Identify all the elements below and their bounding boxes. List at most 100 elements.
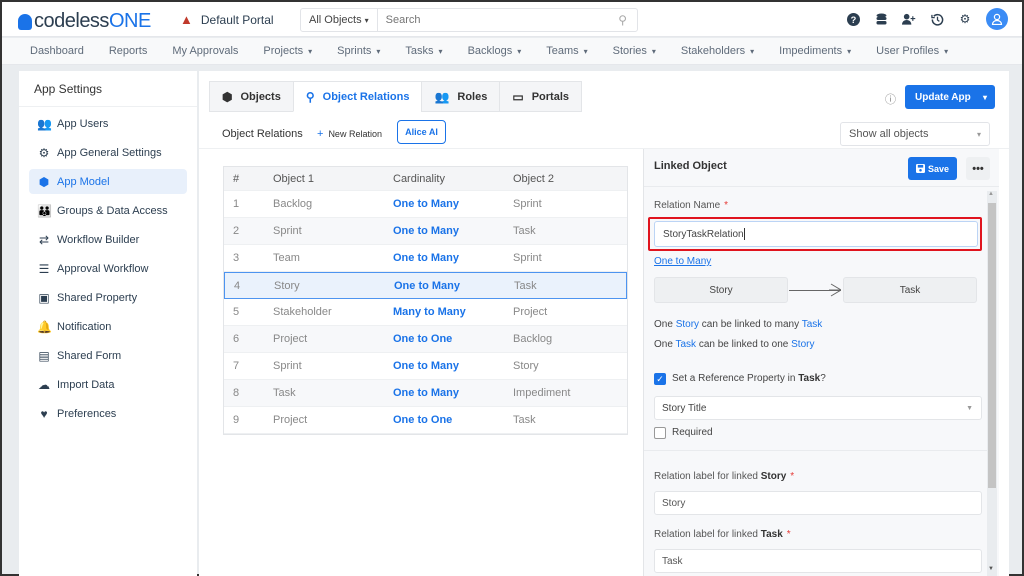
table-row[interactable]: 9 Project One to One Task <box>224 407 627 434</box>
sentence-text: One <box>654 319 676 330</box>
search-input[interactable] <box>377 14 619 26</box>
required-checkbox[interactable] <box>654 427 666 439</box>
label1-input[interactable]: Story <box>654 491 982 515</box>
scroll-down-icon[interactable]: ▼ <box>988 566 994 572</box>
portal-selector[interactable]: ▲ Default Portal <box>180 12 274 27</box>
table-row[interactable]: 4 Story One to Many Task <box>224 272 627 299</box>
info-icon[interactable]: ⓘ <box>885 91 896 107</box>
nav-item-reports[interactable]: Reports <box>109 45 148 57</box>
tab-label: Portals <box>531 90 569 103</box>
nav-item-stakeholders[interactable]: Stakeholders ▾ <box>681 45 754 57</box>
cardinality-link[interactable]: One to Many <box>654 256 711 267</box>
tab-roles[interactable]: 👥 Roles <box>421 81 500 112</box>
scrollbar-thumb[interactable] <box>988 203 996 488</box>
portal-name: Default Portal <box>200 12 274 27</box>
nav-item-sprints[interactable]: Sprints ▾ <box>337 45 380 57</box>
column-header[interactable]: Cardinality <box>384 173 504 185</box>
chevron-down-icon: ▼ <box>966 404 973 412</box>
logo-icon <box>18 13 32 30</box>
new-relation-button[interactable]: + New Relation <box>317 128 382 140</box>
nav-item-stories[interactable]: Stories ▾ <box>613 45 656 57</box>
cardinality-link[interactable]: One to Many <box>384 198 504 210</box>
search-icon[interactable]: ⚲ <box>618 13 627 27</box>
sidebar-item-label: Workflow Builder <box>57 233 140 246</box>
required-mark: * <box>786 529 791 540</box>
avatar[interactable] <box>986 8 1008 30</box>
update-app-button[interactable]: Update App ▾ <box>905 85 995 109</box>
label2-input[interactable]: Task <box>654 549 982 573</box>
table-row[interactable]: 6 Project One to One Backlog <box>224 326 627 353</box>
reference-property-select[interactable]: Story Title ▼ <box>654 396 982 420</box>
tab-objects[interactable]: ⬢ Objects <box>209 81 293 112</box>
cardinality-link[interactable]: One to One <box>384 333 504 345</box>
panel-scrollbar[interactable]: ▲ ▼ <box>987 191 997 576</box>
monitor-icon: ▭ <box>512 89 524 104</box>
sidebar-item-app-model[interactable]: ⬢ App Model <box>29 169 187 194</box>
add-user-icon[interactable] <box>902 12 916 26</box>
cardinality-link[interactable]: One to One <box>384 414 504 426</box>
history-icon[interactable] <box>930 12 944 26</box>
search-scope-dropdown[interactable]: All Objects ▾ <box>301 9 378 31</box>
nav-item-user-profiles[interactable]: User Profiles ▾ <box>876 45 948 57</box>
nav-item-my-approvals[interactable]: My Approvals <box>172 45 238 57</box>
sentence-text: can be linked to many <box>699 319 802 330</box>
table-row[interactable]: 8 Task One to Many Impediment <box>224 380 627 407</box>
cardinality-link[interactable]: Many to Many <box>384 306 504 318</box>
sentence-text: can be linked to one <box>696 339 792 350</box>
table-cell: Team <box>273 252 300 264</box>
cardinality-link[interactable]: One to Many <box>384 387 504 399</box>
sidebar-item-preferences[interactable]: ♥ Preferences <box>29 401 187 426</box>
required-mark: * <box>724 200 729 211</box>
alice-ai-button[interactable]: Alice AI <box>397 120 446 144</box>
sidebar-item-import-data[interactable]: ☁ Import Data <box>29 372 187 397</box>
column-header[interactable]: Object 2 <box>504 173 624 185</box>
database-icon[interactable] <box>874 12 888 26</box>
sidebar-item-shared-property[interactable]: ▣ Shared Property <box>29 285 187 310</box>
sidebar-item-shared-form[interactable]: ▤ Shared Form <box>29 343 187 368</box>
cardinality-link[interactable]: One to Many <box>385 280 505 292</box>
sidebar-item-app-general-settings[interactable]: ⚙ App General Settings <box>29 140 187 165</box>
cardinality-link[interactable]: One to Many <box>384 252 504 264</box>
ref-object: Task <box>798 373 821 384</box>
tab-object-relations[interactable]: ⚲ Object Relations <box>292 81 422 112</box>
scroll-up-icon[interactable]: ▲ <box>988 191 994 197</box>
help-icon[interactable]: ? <box>846 12 860 26</box>
table-row[interactable]: 3 Team One to Many Sprint <box>224 245 627 272</box>
table-row[interactable]: 5 Stakeholder Many to Many Project <box>224 299 627 326</box>
cardinality-link[interactable]: One to Many <box>384 360 504 372</box>
logo-text: codeless <box>34 10 109 32</box>
nav-item-backlogs[interactable]: Backlogs ▾ <box>468 45 522 57</box>
tab-label: Roles <box>457 90 488 103</box>
sidebar-item-workflow-builder[interactable]: ⇄ Workflow Builder <box>29 227 187 252</box>
table-cell: 1 <box>233 198 240 210</box>
reference-property-checkbox[interactable]: ✓ <box>654 373 666 385</box>
nav-item-projects[interactable]: Projects ▾ <box>263 45 312 57</box>
sidebar-item-notification[interactable]: 🔔 Notification <box>29 314 187 339</box>
gear-icon[interactable]: ⚙ <box>958 12 972 26</box>
checklist-icon: ☰ <box>38 261 50 276</box>
relation-name-input[interactable]: StoryTaskRelation <box>654 221 978 247</box>
cardinality-link[interactable]: One to Many <box>384 225 504 237</box>
tab-portals[interactable]: ▭ Portals <box>499 81 582 112</box>
column-header[interactable]: # <box>224 173 264 185</box>
table-header: # Object 1 Cardinality Object 2 <box>224 167 627 191</box>
nav-item-dashboard[interactable]: Dashboard <box>30 45 84 57</box>
table-row[interactable]: 7 Sprint One to Many Story <box>224 353 627 380</box>
object-filter-dropdown[interactable]: Show all objects ▾ <box>840 122 990 146</box>
sidebar-item-app-users[interactable]: 👥 App Users <box>29 111 187 136</box>
nav-item-impediments[interactable]: Impediments ▾ <box>779 45 851 57</box>
column-header[interactable]: Object 1 <box>264 173 384 185</box>
preferences-icon: ♥ <box>40 406 48 421</box>
nav-item-label: Backlogs <box>467 45 513 57</box>
label2-text: Relation label for linked <box>654 529 761 540</box>
app-logo[interactable]: codeless ONE <box>18 10 151 33</box>
nav-item-tasks[interactable]: Tasks ▾ <box>405 45 442 57</box>
sidebar-item-groups-data-access[interactable]: 👪 Groups & Data Access <box>29 198 187 223</box>
table-cell: Task <box>513 414 536 426</box>
chevron-down-icon[interactable]: ▾ <box>983 93 987 102</box>
table-row[interactable]: 2 Sprint One to Many Task <box>224 218 627 245</box>
table-row[interactable]: 1 Backlog One to Many Sprint <box>224 191 627 218</box>
nav-item-teams[interactable]: Teams ▾ <box>546 45 587 57</box>
nav-item-label: Sprints <box>337 45 372 57</box>
sidebar-item-approval-workflow[interactable]: ☰ Approval Workflow <box>29 256 187 281</box>
